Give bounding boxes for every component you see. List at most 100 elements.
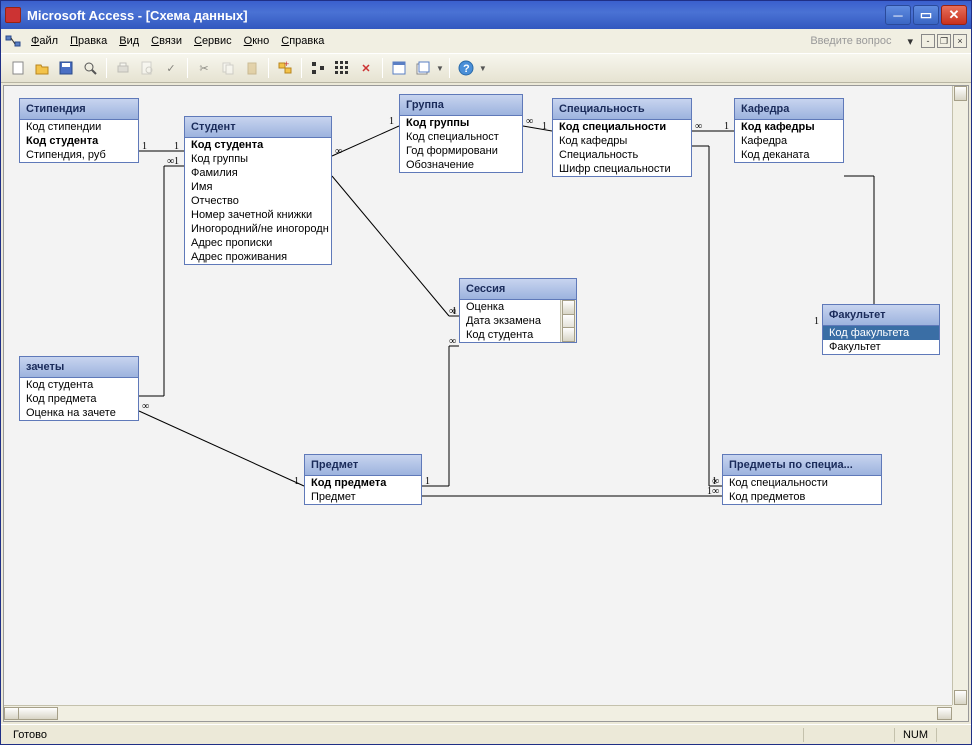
field[interactable]: Код студента xyxy=(20,134,138,148)
table-predmety_spec[interactable]: Предметы по специа...Код специальностиКо… xyxy=(722,454,882,505)
mdi-minimize-button[interactable]: - xyxy=(921,34,935,48)
show-table-button[interactable]: + xyxy=(274,57,296,79)
menu-relations[interactable]: Связи xyxy=(145,33,188,49)
minimize-button[interactable]: ─ xyxy=(885,5,911,25)
field[interactable]: Факультет xyxy=(823,340,939,354)
field[interactable]: Отчество xyxy=(185,194,331,208)
mdi-restore-button[interactable]: ❐ xyxy=(937,34,951,48)
table-title[interactable]: Специальность xyxy=(553,99,691,120)
ask-a-question[interactable]: Введите вопрос xyxy=(330,35,901,47)
search-button[interactable] xyxy=(79,57,101,79)
database-window-button[interactable] xyxy=(388,57,410,79)
field[interactable]: Оценка xyxy=(460,300,560,314)
svg-text:1: 1 xyxy=(389,116,394,127)
clear-layout-button[interactable]: ✕ xyxy=(355,57,377,79)
cut-button[interactable]: ✂ xyxy=(193,57,215,79)
field[interactable]: Код специальност xyxy=(400,130,522,144)
field[interactable]: Кафедра xyxy=(735,134,843,148)
field[interactable]: Специальность xyxy=(553,148,691,162)
svg-text:∞: ∞ xyxy=(449,336,456,347)
table-stipendiya[interactable]: СтипендияКод стипендииКод студентаСтипен… xyxy=(19,98,139,163)
mdi-close-button[interactable]: × xyxy=(953,34,967,48)
menu-view[interactable]: Вид xyxy=(113,33,145,49)
svg-text:∞: ∞ xyxy=(449,306,456,317)
table-title[interactable]: Факультет xyxy=(823,305,939,326)
ask-dropdown-icon[interactable]: ▾ xyxy=(901,35,919,48)
paste-button[interactable] xyxy=(241,57,263,79)
table-fakultet[interactable]: ФакультетКод факультетаФакультет xyxy=(822,304,940,355)
close-button[interactable]: ✕ xyxy=(941,5,967,25)
new-button[interactable] xyxy=(7,57,29,79)
help-button[interactable]: ? xyxy=(455,57,477,79)
table-zachety[interactable]: зачетыКод студентаКод предметаОценка на … xyxy=(19,356,139,421)
field[interactable]: Код группы xyxy=(400,116,522,130)
menu-window[interactable]: Окно xyxy=(238,33,276,49)
field[interactable]: Код стипендии xyxy=(20,120,138,134)
field[interactable]: Стипендия, руб xyxy=(20,148,138,162)
field[interactable]: Код кафедры xyxy=(553,134,691,148)
table-title[interactable]: Предметы по специа... xyxy=(723,455,881,476)
show-all-relationships-button[interactable] xyxy=(331,57,353,79)
table-student[interactable]: СтудентКод студентаКод группыФамилияИмяО… xyxy=(184,116,332,265)
field[interactable]: Код студента xyxy=(20,378,138,392)
menu-file[interactable]: Файл xyxy=(25,33,64,49)
svg-text:1: 1 xyxy=(452,306,457,317)
field[interactable]: Код деканата xyxy=(735,148,843,162)
status-num: NUM xyxy=(895,729,936,741)
field[interactable]: Обозначение xyxy=(400,158,522,172)
print-button[interactable] xyxy=(112,57,134,79)
field[interactable]: Код предмета xyxy=(305,476,421,490)
field[interactable]: Код предмета xyxy=(20,392,138,406)
field[interactable]: Код специальности xyxy=(553,120,691,134)
field[interactable]: Код студента xyxy=(460,328,560,342)
vertical-scrollbar[interactable] xyxy=(952,86,968,705)
table-title[interactable]: Стипендия xyxy=(20,99,138,120)
field[interactable]: Иногородний/не иногородн xyxy=(185,222,331,236)
menu-edit[interactable]: Правка xyxy=(64,33,113,49)
print-preview-button[interactable] xyxy=(136,57,158,79)
maximize-button[interactable]: ▭ xyxy=(913,5,939,25)
new-object-dropdown-icon[interactable]: ▼ xyxy=(436,64,444,73)
table-title[interactable]: Группа xyxy=(400,95,522,116)
spelling-button[interactable]: ✓ xyxy=(160,57,182,79)
field[interactable]: Год формировани xyxy=(400,144,522,158)
field[interactable]: Код группы xyxy=(185,152,331,166)
window-title: Microsoft Access - [Схема данных] xyxy=(27,8,248,23)
table-title[interactable]: Кафедра xyxy=(735,99,843,120)
field[interactable]: Шифр специальности xyxy=(553,162,691,176)
table-kafedra[interactable]: КафедраКод кафедрыКафедраКод деканата xyxy=(734,98,844,163)
relationships-icon[interactable] xyxy=(5,33,21,49)
table-title[interactable]: Сессия xyxy=(460,279,576,300)
field[interactable]: Код специальности xyxy=(723,476,881,490)
table-sessia[interactable]: СессияОценкаДата экзаменаКод студента xyxy=(459,278,577,343)
field[interactable]: Номер зачетной книжки xyxy=(185,208,331,222)
show-direct-relationships-button[interactable] xyxy=(307,57,329,79)
field[interactable]: Адрес прописки xyxy=(185,236,331,250)
field[interactable]: Оценка на зачете xyxy=(20,406,138,420)
copy-button[interactable] xyxy=(217,57,239,79)
field[interactable]: Адрес проживания xyxy=(185,250,331,264)
field[interactable]: Код кафедры xyxy=(735,120,843,134)
field[interactable]: Код студента xyxy=(185,138,331,152)
table-title[interactable]: зачеты xyxy=(20,357,138,378)
field[interactable]: Код факультета xyxy=(823,326,939,340)
menu-tools[interactable]: Сервис xyxy=(188,33,238,49)
menu-help[interactable]: Справка xyxy=(275,33,330,49)
field[interactable]: Имя xyxy=(185,180,331,194)
table-predmet[interactable]: ПредметКод предметаПредмет xyxy=(304,454,422,505)
field[interactable]: Дата экзамена xyxy=(460,314,560,328)
help-dropdown-icon[interactable]: ▼ xyxy=(479,64,487,73)
relationships-canvas[interactable]: 11∞1∞1∞11∞∞1∞11∞1∞1∞1∞СтипендияКод стипе… xyxy=(3,85,969,722)
table-title[interactable]: Студент xyxy=(185,117,331,138)
new-object-button[interactable] xyxy=(412,57,434,79)
table-spec[interactable]: СпециальностьКод специальностиКод кафедр… xyxy=(552,98,692,177)
horizontal-scrollbar[interactable] xyxy=(4,705,952,721)
svg-text:+: + xyxy=(284,60,289,69)
open-button[interactable] xyxy=(31,57,53,79)
field[interactable]: Код предметов xyxy=(723,490,881,504)
table-gruppa[interactable]: ГруппаКод группыКод специальностГод форм… xyxy=(399,94,523,173)
save-button[interactable] xyxy=(55,57,77,79)
field[interactable]: Предмет xyxy=(305,490,421,504)
field[interactable]: Фамилия xyxy=(185,166,331,180)
table-title[interactable]: Предмет xyxy=(305,455,421,476)
